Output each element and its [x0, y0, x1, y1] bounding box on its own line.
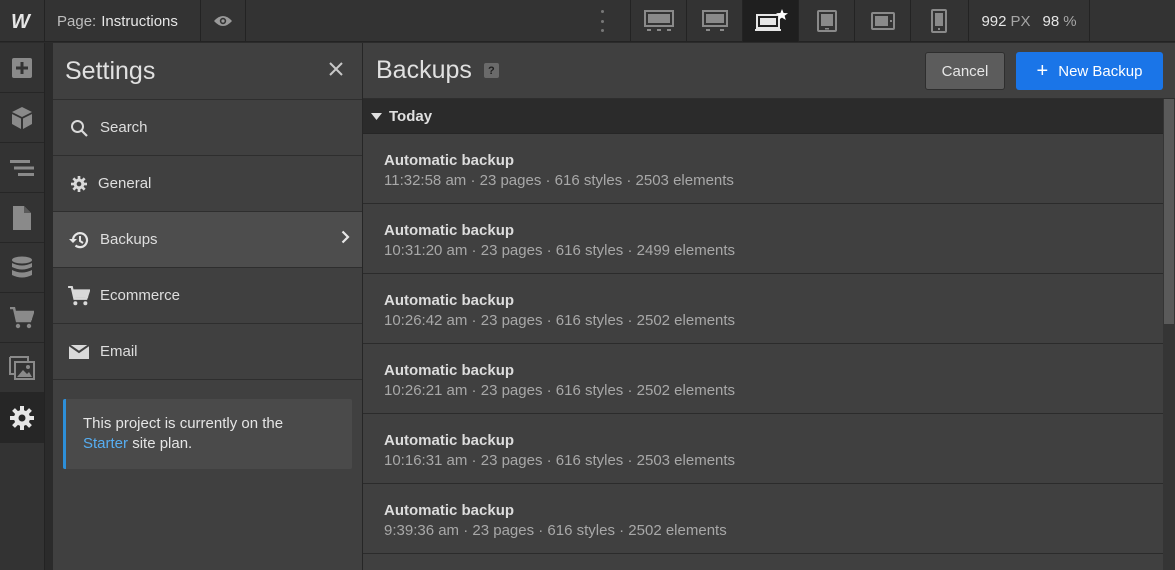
backup-meta: 10:31:20 am · 23 pages · 616 styles · 24…	[384, 242, 736, 259]
settings-nav-email[interactable]: Email	[53, 324, 362, 380]
canvas-width-unit: PX	[1010, 12, 1031, 30]
backup-meta: 11:32:58 am · 23 pages · 616 styles · 25…	[384, 172, 734, 189]
backup-row[interactable]: Automatic backup 11:32:58 am · 23 pages …	[363, 134, 1163, 204]
navigator-icon[interactable]	[0, 143, 44, 193]
backup-row[interactable]: Automatic backup 10:26:21 am · 23 pages …	[363, 344, 1163, 414]
backup-title: Automatic backup	[384, 432, 515, 449]
more-options-icon[interactable]	[592, 10, 612, 32]
backup-row[interactable]: Automatic backup 10:31:20 am · 23 pages …	[363, 204, 1163, 274]
backup-meta: 10:16:31 am · 23 pages · 616 styles · 25…	[384, 452, 736, 469]
cancel-button[interactable]: Cancel	[925, 52, 1005, 90]
gear-icon	[68, 173, 90, 195]
cart-icon	[68, 285, 90, 307]
breakpoint-mobile-landscape-icon[interactable]	[854, 0, 910, 42]
settings-nav-label: Ecommerce	[100, 287, 181, 304]
backup-row[interactable]: Automatic backup 10:26:42 am · 23 pages …	[363, 274, 1163, 344]
breakpoint-tablet-icon[interactable]	[798, 0, 854, 42]
webflow-logo[interactable]: W	[0, 0, 45, 42]
scrollbar[interactable]	[1163, 99, 1175, 570]
backup-title: Automatic backup	[384, 222, 515, 239]
settings-panel: Settings Search General Backups Ecommerc…	[45, 43, 363, 570]
backup-meta: 10:26:42 am · 23 pages · 616 styles · 25…	[384, 312, 736, 329]
page-name: Instructions	[101, 12, 178, 30]
search-icon	[68, 117, 90, 139]
add-panel-icon[interactable]	[0, 43, 44, 93]
backup-list: Automatic backup 11:32:58 am · 23 pages …	[363, 134, 1163, 554]
settings-nav-label: Backups	[100, 231, 158, 248]
backup-title: Automatic backup	[384, 362, 515, 379]
zoom-unit: %	[1063, 12, 1077, 30]
zoom-value: 98	[1042, 12, 1060, 30]
group-header-today[interactable]: Today	[363, 99, 1163, 134]
settings-nav-label: General	[98, 175, 152, 192]
help-icon[interactable]: ?	[483, 63, 499, 78]
settings-nav-backups[interactable]: Backups	[53, 212, 362, 268]
ecommerce-cart-icon[interactable]	[0, 293, 44, 343]
breakpoint-switcher	[630, 0, 966, 42]
breakpoint-large-desktop-icon[interactable]	[630, 0, 686, 42]
settings-nav-search[interactable]: Search	[53, 100, 362, 156]
page-label: Page:	[57, 12, 97, 30]
plan-text-end: site plan.	[132, 435, 193, 452]
backup-title: Automatic backup	[384, 152, 515, 169]
chevron-right-icon	[341, 230, 350, 248]
symbols-cube-icon[interactable]	[0, 93, 44, 143]
backup-row[interactable]: Automatic backup 9:39:36 am · 23 pages ·…	[363, 484, 1163, 554]
backups-title: Backups	[376, 56, 472, 84]
preview-eye-icon[interactable]	[200, 0, 246, 42]
breakpoint-mobile-portrait-icon[interactable]	[910, 0, 966, 42]
pages-icon[interactable]	[0, 193, 44, 243]
settings-nav-general[interactable]: General	[53, 156, 362, 212]
left-tool-rail	[0, 43, 45, 570]
scrollbar-thumb[interactable]	[1164, 99, 1174, 324]
envelope-icon	[68, 341, 90, 363]
backups-panel: Backups ? Cancel + New Backup Today Auto…	[363, 43, 1175, 570]
breakpoint-base-desktop-icon[interactable]	[742, 0, 798, 42]
group-label: Today	[389, 107, 433, 125]
plus-icon: +	[1036, 60, 1049, 82]
settings-header: Settings	[53, 43, 362, 100]
canvas-size-readout: 992 PX 98 %	[968, 0, 1090, 42]
svg-text:W: W	[11, 12, 32, 30]
backup-row[interactable]: Automatic backup 10:16:31 am · 23 pages …	[363, 414, 1163, 484]
backups-header: Backups ? Cancel + New Backup	[363, 43, 1175, 99]
breakpoint-desktop-icon[interactable]	[686, 0, 742, 42]
backup-title: Automatic backup	[384, 502, 515, 519]
assets-images-icon[interactable]	[0, 343, 44, 393]
history-icon	[68, 229, 90, 251]
settings-gear-icon[interactable]	[0, 393, 44, 443]
backup-meta: 9:39:36 am · 23 pages · 616 styles · 250…	[384, 522, 727, 539]
plan-text: This project is currently on the	[83, 415, 284, 432]
settings-nav-ecommerce[interactable]: Ecommerce	[53, 268, 362, 324]
backup-meta: 10:26:21 am · 23 pages · 616 styles · 25…	[384, 382, 736, 399]
backup-title: Automatic backup	[384, 292, 515, 309]
site-plan-notice: This project is currently on the Starter…	[63, 399, 352, 469]
settings-nav-label: Email	[100, 343, 138, 360]
settings-nav-label: Search	[100, 119, 148, 136]
settings-title: Settings	[65, 56, 156, 85]
new-backup-button[interactable]: + New Backup	[1016, 52, 1163, 90]
page-selector[interactable]: Page: Instructions	[45, 0, 178, 42]
top-toolbar: W Page: Instructions 992 PX 98 %	[0, 0, 1175, 42]
caret-down-icon	[371, 108, 382, 125]
starter-plan-link[interactable]: Starter	[83, 435, 128, 452]
canvas-width-value: 992	[981, 12, 1007, 30]
cms-database-icon[interactable]	[0, 243, 44, 293]
new-backup-label: New Backup	[1058, 62, 1143, 80]
close-icon[interactable]	[328, 61, 344, 82]
